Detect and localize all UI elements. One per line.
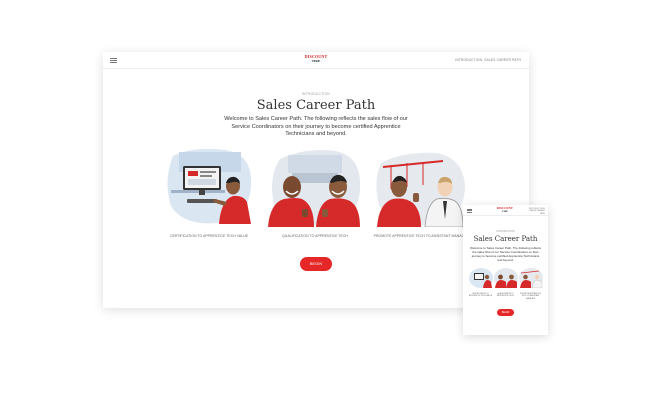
intro-text: Welcome to Sales Career Path. The follow… bbox=[224, 116, 408, 137]
illustration-computer-workstation bbox=[167, 148, 252, 224]
card-caption: PROMOTE APPRENTICE TECH TO ASSISTANT MAN… bbox=[373, 234, 465, 238]
course-title-label: INTRODUCTION: SALES CAREER PATH bbox=[455, 58, 521, 62]
hamburger-menu-icon[interactable] bbox=[110, 58, 117, 63]
illustration-tech-and-manager bbox=[376, 152, 465, 227]
mobile-top-bar: DISCOUNT TIRE INTRODUCTION: SALES CAREER… bbox=[463, 205, 548, 216]
section-eyebrow: INTRODUCTION bbox=[301, 92, 331, 96]
mobile-page-title: Sales Career Path bbox=[473, 235, 538, 243]
mobile-mockup: DISCOUNT TIRE INTRODUCTION: SALES CAREER… bbox=[463, 205, 548, 335]
mobile-course-title-label: INTRODUCTION: SALES CAREER PATH bbox=[529, 208, 545, 215]
mobile-card-caption: PROMOTE APPRENTICE TECH TO ASSISTANT MAN… bbox=[520, 293, 541, 300]
mobile-illustration-computer-workstation bbox=[469, 268, 493, 288]
card-caption: CERTIFICATION TO APPRENTICE TECH VALUE bbox=[170, 234, 248, 238]
top-bar: DISCOUNT TIRE INTRODUCTION: SALES CAREER… bbox=[103, 52, 529, 69]
mobile-card-caption: CERTIFICATION TO APPRENTICE TECH VALUE bbox=[468, 293, 493, 298]
card-caption: QUALIFICATION TO APPRENTICE TECH bbox=[282, 234, 348, 238]
mobile-illustration-tech-and-manager bbox=[519, 268, 543, 288]
mobile-discount-tire-logo: DISCOUNT TIRE bbox=[497, 206, 513, 214]
begin-button[interactable]: BEGIN bbox=[300, 257, 332, 271]
mobile-hamburger-menu-icon[interactable] bbox=[467, 209, 472, 213]
illustration-two-technicians bbox=[268, 150, 361, 227]
mobile-section-eyebrow: INTRODUCTION bbox=[496, 230, 515, 233]
mobile-card-caption: QUALIFICATION TO APPRENTICE TECH bbox=[497, 293, 514, 298]
page-title: Sales Career Path bbox=[256, 98, 376, 113]
discount-tire-logo: DISCOUNT TIRE bbox=[304, 54, 328, 64]
mobile-intro-text: Welcome to Sales Career Path. The follow… bbox=[470, 246, 541, 262]
mobile-begin-button[interactable]: BEGIN bbox=[497, 309, 514, 316]
mobile-illustration-two-technicians bbox=[494, 268, 518, 288]
